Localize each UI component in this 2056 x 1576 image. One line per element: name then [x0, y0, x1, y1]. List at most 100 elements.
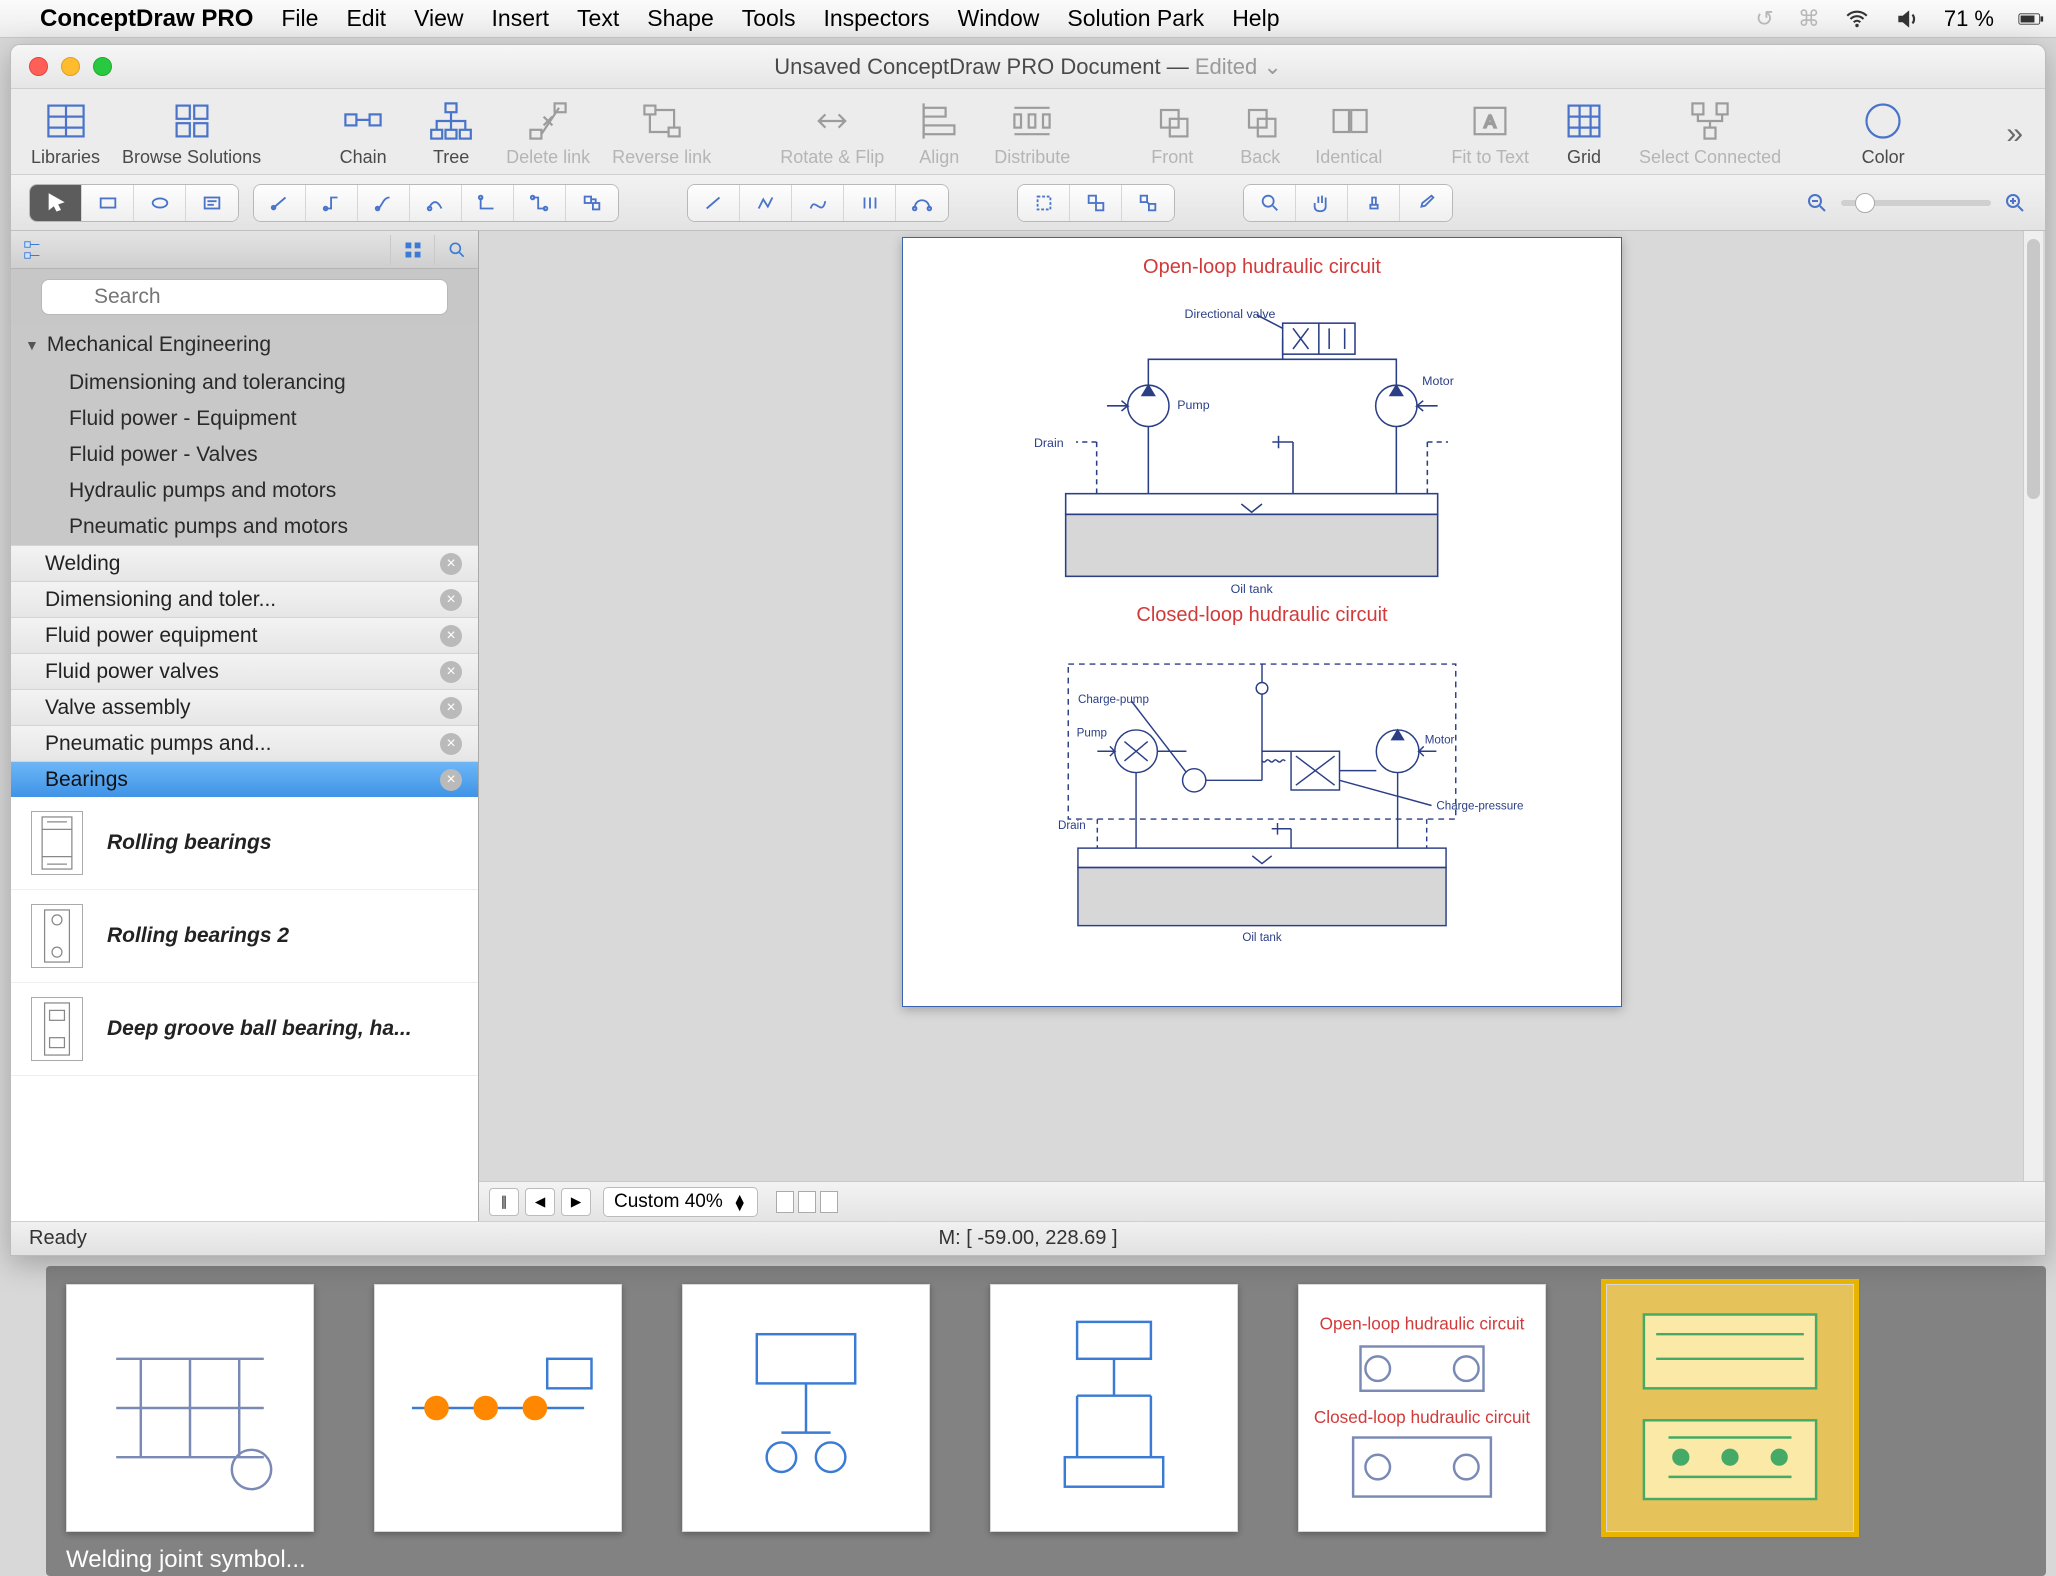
scrollbar-thumb[interactable]: [2027, 239, 2040, 499]
group-tool[interactable]: [1070, 185, 1122, 221]
library-search-input[interactable]: [41, 279, 448, 315]
close-icon[interactable]: ×: [440, 589, 462, 611]
zoom-combo[interactable]: Custom 40% ▲▼: [603, 1187, 758, 1217]
page-layout-1[interactable]: [776, 1191, 794, 1213]
fit-to-text-button[interactable]: AFit to Text: [1445, 97, 1535, 170]
gallery-thumb-4[interactable]: [990, 1284, 1238, 1532]
distribute-button[interactable]: Distribute: [988, 97, 1076, 170]
zoom-out-icon[interactable]: [1805, 191, 1829, 215]
connector-tool-6[interactable]: [514, 185, 566, 221]
connector-tool-5[interactable]: [462, 185, 514, 221]
menu-edit[interactable]: Edit: [346, 5, 386, 32]
tree-item[interactable]: Fluid power - Valves: [11, 437, 478, 473]
volume-icon[interactable]: [1894, 6, 1920, 32]
connector-tool-2[interactable]: [306, 185, 358, 221]
identical-button[interactable]: Identical: [1309, 97, 1388, 170]
document-title[interactable]: Unsaved ConceptDraw PRO Document — Edite…: [11, 54, 2045, 80]
curve-tool[interactable]: [792, 185, 844, 221]
gallery-thumb-5[interactable]: Open-loop hudraulic circuitClosed-loop h…: [1298, 1284, 1546, 1532]
spline-tool[interactable]: [844, 185, 896, 221]
chain-button[interactable]: Chain: [324, 97, 402, 170]
library-welding[interactable]: Welding×: [11, 545, 478, 581]
tree-item[interactable]: Fluid power - Equipment: [11, 401, 478, 437]
tree-item[interactable]: Hydraulic pumps and motors: [11, 473, 478, 509]
stepper-icon[interactable]: ▲▼: [733, 1194, 747, 1210]
gallery-thumb-2[interactable]: [374, 1284, 622, 1532]
connector-tool-4[interactable]: [410, 185, 462, 221]
stencil-item[interactable]: Deep groove ball bearing, ha...: [11, 983, 478, 1076]
select-connected-button[interactable]: Select Connected: [1633, 97, 1787, 170]
close-icon[interactable]: ×: [440, 697, 462, 719]
stamp-tool[interactable]: [1348, 185, 1400, 221]
bluetooth-icon[interactable]: ⌘: [1798, 6, 1820, 32]
gallery-thumb-1[interactable]: [66, 1284, 314, 1532]
gallery-thumb-6[interactable]: [1606, 1284, 1854, 1532]
connector-tool-7[interactable]: [566, 185, 618, 221]
align-button[interactable]: Align: [900, 97, 978, 170]
canvas-viewport[interactable]: Open-loop hudraulic circuit Oil tank Pum…: [479, 231, 2045, 1181]
menu-file[interactable]: File: [281, 5, 318, 32]
close-icon[interactable]: ×: [440, 661, 462, 683]
pan-tool[interactable]: [1296, 185, 1348, 221]
zoom-tool[interactable]: [1244, 185, 1296, 221]
library-pneumatic[interactable]: Pneumatic pumps and...×: [11, 725, 478, 761]
delete-link-button[interactable]: Delete link: [500, 97, 596, 170]
page-layout-3[interactable]: [820, 1191, 838, 1213]
menu-help[interactable]: Help: [1232, 5, 1279, 32]
wifi-icon[interactable]: [1844, 6, 1870, 32]
app-name[interactable]: ConceptDraw PRO: [40, 5, 253, 33]
connector-tool-1[interactable]: [254, 185, 306, 221]
library-valve-assembly[interactable]: Valve assembly×: [11, 689, 478, 725]
close-icon[interactable]: ×: [440, 733, 462, 755]
toolbar-overflow-button[interactable]: »: [2006, 117, 2031, 151]
crop-tool[interactable]: [1018, 185, 1070, 221]
zoom-slider[interactable]: [1805, 191, 2027, 215]
zoom-track[interactable]: [1841, 200, 1991, 206]
menu-insert[interactable]: Insert: [492, 5, 550, 32]
grid-button[interactable]: Grid: [1545, 97, 1623, 170]
drawing-page[interactable]: Open-loop hudraulic circuit Oil tank Pum…: [902, 237, 1622, 1007]
line-tool[interactable]: [688, 185, 740, 221]
libraries-button[interactable]: Libraries: [25, 97, 106, 170]
tree-view-icon[interactable]: [11, 239, 55, 261]
ellipse-tool[interactable]: [134, 185, 186, 221]
close-icon[interactable]: ×: [440, 625, 462, 647]
tree-item[interactable]: Dimensioning and tolerancing: [11, 365, 478, 401]
close-icon[interactable]: ×: [440, 769, 462, 791]
browse-solutions-button[interactable]: Browse Solutions: [116, 97, 267, 170]
page-pause-button[interactable]: ∥: [489, 1188, 519, 1216]
eyedropper-tool[interactable]: [1400, 185, 1452, 221]
library-fp-valves[interactable]: Fluid power valves×: [11, 653, 478, 689]
page-next-button[interactable]: ▶: [561, 1188, 591, 1216]
menu-text[interactable]: Text: [577, 5, 619, 32]
front-button[interactable]: Front: [1133, 97, 1211, 170]
rotate-flip-button[interactable]: Rotate & Flip: [774, 97, 890, 170]
text-tool[interactable]: [186, 185, 238, 221]
gallery-thumb-3[interactable]: [682, 1284, 930, 1532]
search-toggle-icon[interactable]: [434, 235, 478, 265]
menu-shape[interactable]: Shape: [647, 5, 714, 32]
chevron-down-icon[interactable]: ⌄: [1263, 54, 1281, 79]
history-icon[interactable]: ↺: [1755, 6, 1773, 32]
stencil-item[interactable]: Rolling bearings 2: [11, 890, 478, 983]
menu-inspectors[interactable]: Inspectors: [823, 5, 929, 32]
back-button[interactable]: Back: [1221, 97, 1299, 170]
ungroup-tool[interactable]: [1122, 185, 1174, 221]
menu-solution-park[interactable]: Solution Park: [1067, 5, 1204, 32]
page-prev-button[interactable]: ◀: [525, 1188, 555, 1216]
zoom-thumb[interactable]: [1855, 193, 1875, 213]
menu-window[interactable]: Window: [958, 5, 1040, 32]
library-bearings[interactable]: Bearings×: [11, 761, 478, 797]
menu-tools[interactable]: Tools: [742, 5, 796, 32]
polyline-tool[interactable]: [740, 185, 792, 221]
pointer-tool[interactable]: [30, 185, 82, 221]
bezier-tool[interactable]: [896, 185, 948, 221]
tree-button[interactable]: Tree: [412, 97, 490, 170]
color-button[interactable]: Color: [1844, 97, 1922, 170]
page-layout-2[interactable]: [798, 1191, 816, 1213]
stencil-item[interactable]: Rolling bearings: [11, 797, 478, 890]
zoom-in-icon[interactable]: [2003, 191, 2027, 215]
close-icon[interactable]: ×: [440, 553, 462, 575]
library-dimensioning[interactable]: Dimensioning and toler...×: [11, 581, 478, 617]
menu-view[interactable]: View: [414, 5, 463, 32]
